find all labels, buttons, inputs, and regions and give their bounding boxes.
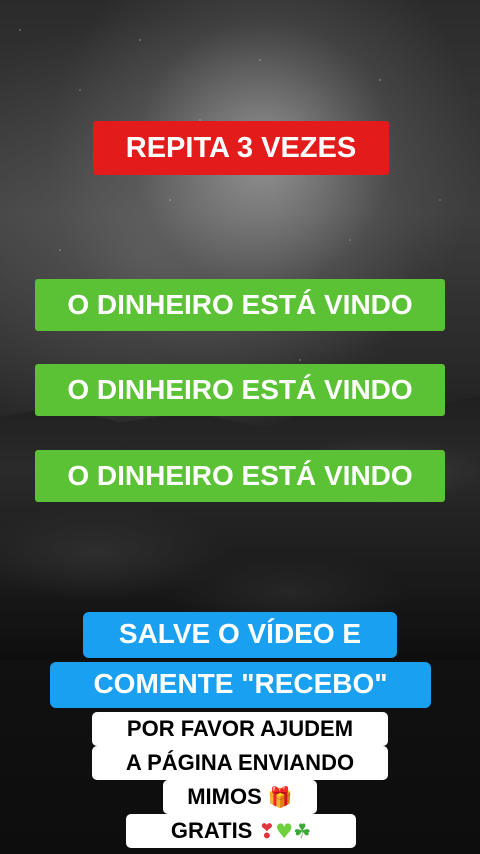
repeat-header: REPITA 3 VEZES [93, 121, 389, 175]
mimos-text: MIMOS [187, 784, 262, 809]
request-line-1: POR FAVOR AJUDEM [92, 712, 388, 746]
affirmation-line-3: O DINHEIRO ESTÁ VINDO [35, 450, 445, 502]
request-line-4: GRATIS ❣♥☘ [126, 814, 356, 848]
affirmation-line-1: O DINHEIRO ESTÁ VINDO [35, 279, 445, 331]
request-line-2: A PÁGINA ENVIANDO [92, 746, 388, 780]
affirmation-line-2: O DINHEIRO ESTÁ VINDO [35, 364, 445, 416]
gratis-text: GRATIS [170, 818, 253, 843]
four-leaf-clover-icon: ☘ [293, 819, 312, 843]
green-heart-icon: ♥ [275, 819, 294, 843]
heart-exclamation-icon: ❣ [258, 819, 276, 843]
cta-line-1: SALVE O VÍDEO E [83, 612, 397, 658]
gift-icon: 🎁 [267, 785, 293, 809]
request-line-3: MIMOS 🎁 [163, 780, 317, 814]
cta-line-2: COMENTE "RECEBO" [50, 662, 431, 708]
